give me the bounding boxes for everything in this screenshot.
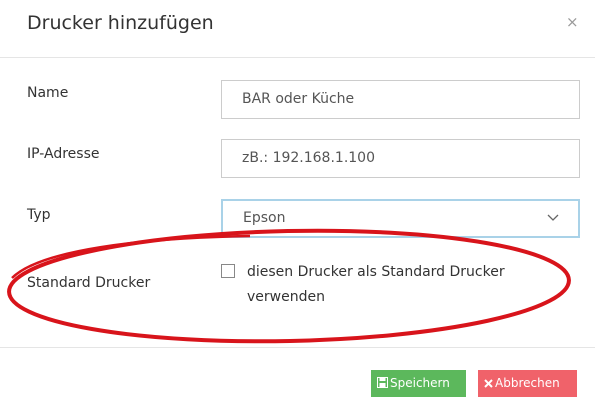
add-printer-dialog: Drucker hinzufügen × Name BAR oder Küche… bbox=[0, 0, 595, 399]
type-label: Typ bbox=[27, 207, 51, 223]
cancel-button-label: Abbrechen bbox=[495, 376, 560, 390]
default-printer-checkbox-text[interactable]: diesen Drucker als Standard Drucker verw… bbox=[247, 260, 547, 310]
ip-address-input[interactable]: zB.: 192.168.1.100 bbox=[221, 139, 580, 178]
default-printer-checkbox[interactable] bbox=[221, 264, 235, 278]
type-select[interactable]: Epson bbox=[221, 199, 580, 238]
dialog-header: Drucker hinzufügen × bbox=[0, 0, 595, 58]
close-icon[interactable]: × bbox=[566, 13, 579, 31]
save-button[interactable]: Speichern bbox=[371, 370, 466, 397]
cancel-button[interactable]: Abbrechen bbox=[478, 370, 577, 397]
chevron-down-icon bbox=[547, 214, 559, 221]
name-input[interactable]: BAR oder Küche bbox=[221, 80, 580, 119]
x-icon bbox=[484, 379, 493, 388]
floppy-disk-icon bbox=[377, 377, 388, 388]
dialog-title: Drucker hinzufügen bbox=[27, 12, 214, 34]
default-printer-label: Standard Drucker bbox=[27, 275, 151, 291]
type-select-value: Epson bbox=[243, 210, 286, 226]
name-label: Name bbox=[27, 85, 69, 101]
footer-divider bbox=[0, 347, 595, 348]
save-button-label: Speichern bbox=[390, 376, 450, 390]
ip-address-label: IP-Adresse bbox=[27, 146, 100, 162]
